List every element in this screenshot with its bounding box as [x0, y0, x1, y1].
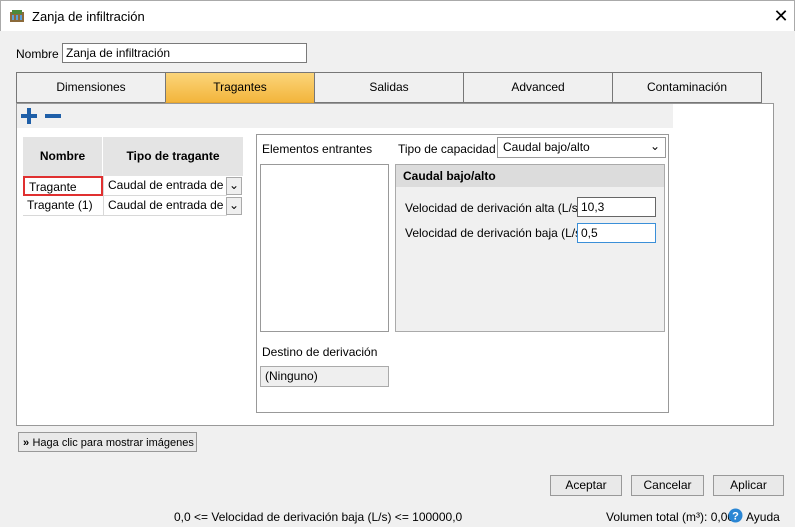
capacity-type-select[interactable]: Caudal bajo/alto ⌄ [497, 137, 666, 158]
tab-tragantes[interactable]: Tragantes [165, 72, 315, 103]
close-icon[interactable]: ✕ [771, 5, 791, 27]
incoming-elements-label: Elementos entrantes [262, 142, 373, 156]
group-title: Caudal bajo/alto [396, 165, 664, 187]
tab-dimensiones[interactable]: Dimensiones [16, 72, 166, 103]
cancel-button[interactable]: Cancelar [631, 475, 704, 496]
table-row-name-cell[interactable]: Tragante [23, 176, 103, 196]
tab-contaminacion[interactable]: Contaminación [612, 72, 762, 103]
tab-salidas[interactable]: Salidas [314, 72, 464, 103]
high-rate-label: Velocidad de derivación alta (L/s) [405, 201, 582, 215]
column-header-nombre[interactable]: Nombre [23, 137, 103, 176]
chevron-down-icon[interactable]: ⌄ [226, 177, 242, 195]
window-title: Zanja de infiltración [32, 9, 145, 24]
low-rate-input[interactable]: 0,5 [577, 223, 656, 243]
svg-text:?: ? [732, 511, 739, 523]
grid-toolbar [17, 104, 673, 128]
bypass-destination-label: Destino de derivación [262, 345, 378, 359]
capacity-type-value: Caudal bajo/alto [503, 140, 590, 154]
incoming-elements-list[interactable] [260, 164, 389, 332]
low-rate-label: Velocidad de derivación baja (L/s) [405, 226, 586, 240]
column-header-tipo[interactable]: Tipo de tragante [103, 137, 243, 176]
table-row-type-cell[interactable]: Caudal de entrada de punto [103, 176, 227, 196]
inlets-grid: Nombre Tipo de tragante Tragante Caudal … [23, 137, 243, 217]
chevron-down-icon[interactable]: ⌄ [226, 197, 242, 215]
show-images-button[interactable]: » Haga clic para mostrar imágenes [18, 432, 197, 452]
name-field[interactable] [62, 43, 307, 63]
infiltration-trench-icon [10, 10, 24, 22]
bypass-destination-field[interactable]: (Ninguno) [260, 366, 389, 387]
help-link[interactable]: Ayuda [746, 510, 780, 524]
apply-button[interactable]: Aplicar [713, 475, 784, 496]
validation-range-text: 0,0 <= Velocidad de derivación baja (L/s… [174, 510, 463, 524]
title-bar: Zanja de infiltración ✕ [0, 0, 795, 31]
show-images-label: Haga clic para mostrar imágenes [32, 437, 194, 449]
table-row-type-cell[interactable]: Caudal de entrada de punto [103, 196, 227, 216]
chevron-down-icon: ⌄ [649, 139, 660, 153]
capacity-type-label: Tipo de capacidad [398, 142, 496, 156]
table-row-name-cell[interactable]: Tragante (1) [23, 196, 103, 216]
plus-icon[interactable] [20, 107, 38, 125]
accept-button[interactable]: Aceptar [550, 475, 622, 496]
total-volume-text: Volumen total (m³): 0,000 [606, 510, 741, 524]
minus-icon[interactable] [44, 107, 62, 125]
high-rate-input[interactable]: 10,3 [577, 197, 656, 217]
bypass-rates-group: Caudal bajo/alto Velocidad de derivación… [395, 164, 665, 332]
inlet-details: Elementos entrantes Tipo de capacidad Ca… [256, 134, 669, 413]
double-chevron-down-icon: » [23, 437, 30, 449]
tab-advanced[interactable]: Advanced [463, 72, 613, 103]
help-icon[interactable]: ? [728, 508, 743, 523]
name-label: Nombre [16, 47, 59, 61]
